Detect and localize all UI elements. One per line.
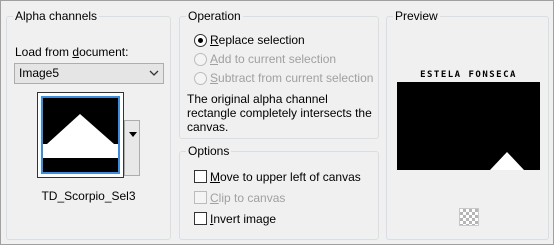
replace-selection-label[interactable]: Replace selection [210,33,305,47]
alpha-channels-title: Alpha channels [13,9,100,23]
chevron-down-icon [149,70,159,76]
invert-image-label[interactable]: Invert image [210,212,276,226]
add-to-current-selection-label[interactable]: Add to current selection [210,52,336,66]
options-title: Options [186,144,232,158]
alpha-channel-thumbnail-image [41,96,120,174]
preview-title: Preview [393,9,440,23]
load-from-document-label: Load from document: [15,45,129,59]
subtract-from-current-selection-radio[interactable] [194,72,207,85]
add-to-current-selection-radio[interactable] [194,53,207,66]
invert-image-checkbox[interactable] [194,212,207,225]
thumbnail-shape [43,98,118,172]
clip-to-canvas-label[interactable]: Clip to canvas [210,191,285,205]
thumbnail-menu-button[interactable] [124,120,140,176]
alpha-channel-thumbnail[interactable] [37,92,124,178]
checkerboard-icon[interactable] [459,208,479,226]
preview-canvas [397,82,540,170]
move-to-upper-left-label[interactable]: Move to upper left of canvas [210,170,361,184]
replace-selection-radio[interactable] [194,34,207,47]
move-to-upper-left-checkbox[interactable] [194,170,207,183]
document-select[interactable]: Image5 [14,63,164,84]
clip-to-canvas-checkbox[interactable] [194,191,207,204]
operation-description: The original alpha channel rectangle com… [187,92,372,134]
alpha-channel-name: TD_Scorpio_Sel3 [41,189,136,203]
preview-shape [397,82,540,170]
subtract-from-current-selection-label[interactable]: Subtract from current selection [210,71,373,85]
triangle-down-icon [129,132,137,137]
document-select-value: Image5 [19,66,60,80]
preview-caption-text: ESTELA FONSECA [420,70,517,80]
radio-selected-dot [198,38,203,43]
operation-title: Operation [186,9,243,23]
